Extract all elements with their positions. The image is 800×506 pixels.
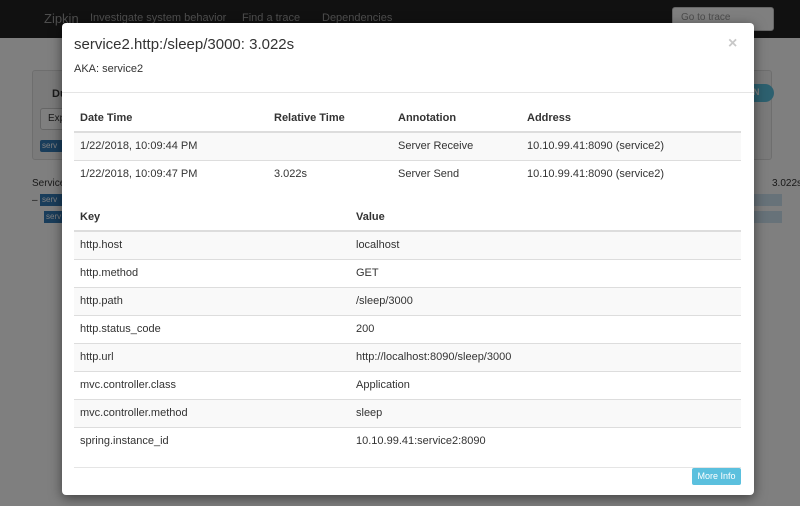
close-icon[interactable]: × (728, 35, 737, 53)
tag-value: Application (350, 370, 741, 399)
address-cell: 10.10.99.41:8090 (service2) (521, 131, 741, 160)
tag-value: /sleep/3000 (350, 286, 741, 315)
column-header: Date Time (74, 104, 268, 133)
tag-key: spring.instance_id (74, 426, 350, 455)
table-row: http.path /sleep/3000 (74, 286, 741, 315)
table-row: http.status_code 200 (74, 314, 741, 343)
table-row: spring.instance_id 10.10.99.41:service2:… (74, 426, 741, 455)
table-row: http.url http://localhost:8090/sleep/300… (74, 342, 741, 371)
column-header: Value (350, 203, 741, 232)
modal-title: service2.http:/sleep/3000: 3.022s (74, 36, 295, 53)
tag-value: 10.10.99.41:service2:8090 (350, 426, 741, 455)
date-time-cell: 1/22/2018, 10:09:47 PM (74, 159, 268, 188)
table-row: 1/22/2018, 10:09:44 PM Server Receive 10… (74, 131, 741, 160)
table-header-row: Date Time Relative Time Annotation Addre… (74, 104, 741, 133)
annotation-cell: Server Send (392, 159, 521, 188)
table-row: 1/22/2018, 10:09:47 PM 3.022s Server Sen… (74, 159, 741, 188)
tag-key: http.host (74, 230, 350, 259)
tag-value: GET (350, 258, 741, 287)
table-header-row: Key Value (74, 203, 741, 232)
tag-key: http.url (74, 342, 350, 371)
tag-value: http://localhost:8090/sleep/3000 (350, 342, 741, 371)
table-row: http.host localhost (74, 230, 741, 259)
tag-value: 200 (350, 314, 741, 343)
table-row: mvc.controller.method sleep (74, 398, 741, 427)
tags-table: Key Value http.host localhost http.metho… (74, 203, 741, 455)
footer-divider (74, 467, 741, 468)
span-detail-modal: service2.http:/sleep/3000: 3.022s AKA: s… (62, 23, 754, 495)
column-header: Relative Time (268, 104, 392, 133)
column-header: Annotation (392, 104, 521, 133)
annotation-cell: Server Receive (392, 131, 521, 160)
modal-header: service2.http:/sleep/3000: 3.022s AKA: s… (62, 23, 754, 93)
tag-value: localhost (350, 230, 741, 259)
address-cell: 10.10.99.41:8090 (service2) (521, 159, 741, 188)
column-header: Key (74, 203, 350, 232)
tag-key: mvc.controller.method (74, 398, 350, 427)
tag-key: http.path (74, 286, 350, 315)
tag-value: sleep (350, 398, 741, 427)
date-time-cell: 1/22/2018, 10:09:44 PM (74, 131, 268, 160)
relative-time-cell: 3.022s (268, 159, 392, 188)
table-row: mvc.controller.class Application (74, 370, 741, 399)
tag-key: http.method (74, 258, 350, 287)
table-row: http.method GET (74, 258, 741, 287)
tag-key: mvc.controller.class (74, 370, 350, 399)
tag-key: http.status_code (74, 314, 350, 343)
column-header: Address (521, 104, 741, 133)
more-info-button[interactable]: More Info (692, 468, 741, 485)
annotations-table: Date Time Relative Time Annotation Addre… (74, 104, 741, 188)
relative-time-cell (268, 131, 392, 160)
modal-aka: AKA: service2 (74, 63, 144, 75)
